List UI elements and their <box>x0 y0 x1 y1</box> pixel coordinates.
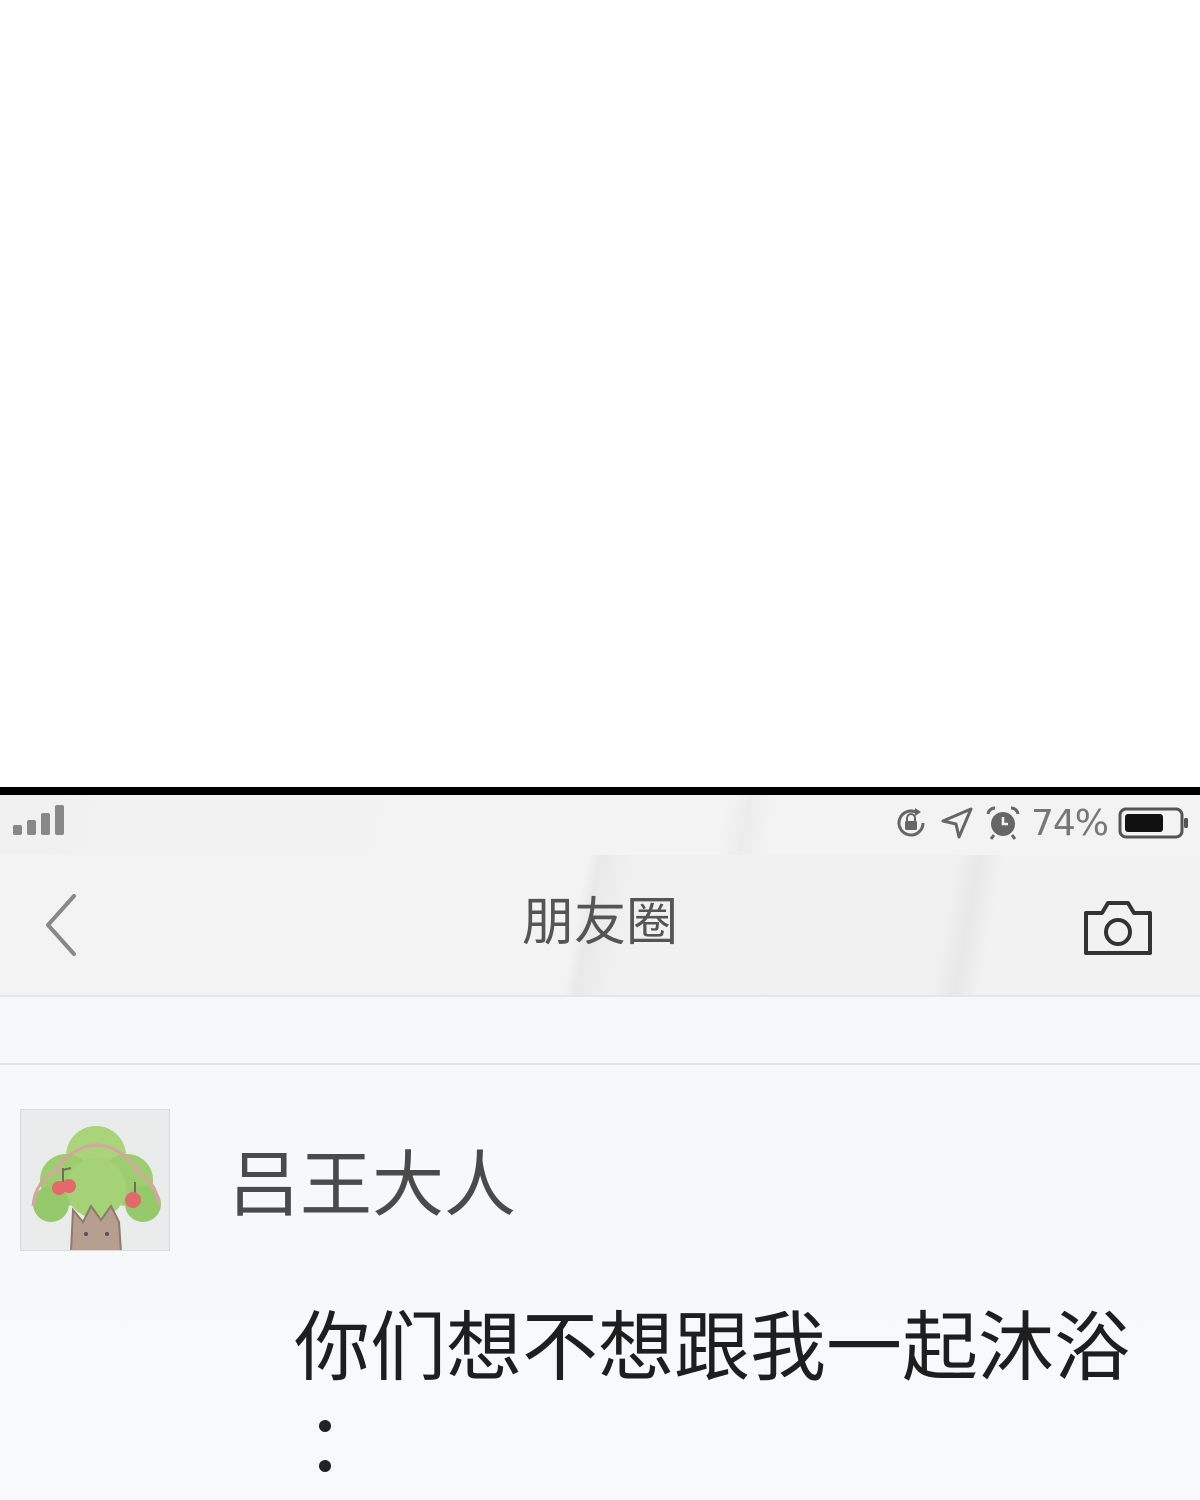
page-title: 朋友圈 <box>521 893 678 953</box>
ellipsis-dots-icon <box>319 1420 331 1472</box>
battery-percent: 74% <box>1030 802 1109 844</box>
alarm-icon <box>986 806 1020 840</box>
divider <box>0 1063 1200 1065</box>
avatar[interactable] <box>20 1109 170 1251</box>
post-text: 你们想不想跟我一起沐浴 <box>294 1303 1130 1392</box>
status-icons: 74% <box>893 801 1190 845</box>
status-bar: 74% <box>0 795 1200 855</box>
battery-icon <box>1118 807 1188 839</box>
tree-avatar-icon <box>21 1110 169 1250</box>
page: 74% 朋友圈 吕王大人 你们想不想跟我一起沐浴 <box>0 0 1200 1500</box>
location-icon <box>941 807 973 839</box>
camera-icon[interactable] <box>1080 895 1156 959</box>
username[interactable]: 吕王大人 <box>228 1143 516 1227</box>
rotation-lock-icon <box>897 808 925 837</box>
nav-bar: 朋友圈 <box>0 855 1200 997</box>
blank-area <box>0 0 1200 787</box>
signal-bars-icon <box>13 805 64 835</box>
phone-screen: 74% 朋友圈 吕王大人 你们想不想跟我一起沐浴 <box>0 795 1200 1500</box>
screenshot-border <box>0 787 1200 795</box>
